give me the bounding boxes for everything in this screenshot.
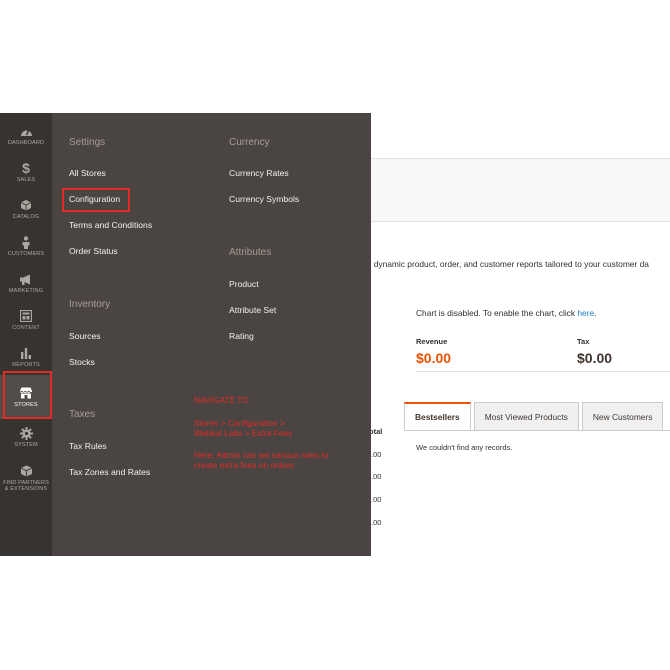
menu-link-product[interactable]: Product (229, 279, 259, 289)
sidebar-item-content[interactable]: Content (0, 302, 52, 339)
tab-new-customers[interactable]: New Customers (581, 402, 664, 431)
table-cell: .00 (371, 450, 382, 459)
table-cell: .00 (371, 495, 382, 504)
tax-value: $0.00 (577, 350, 613, 366)
tab-bestsellers[interactable]: Bestsellers (404, 402, 471, 431)
revenue-value: $0.00 (416, 350, 452, 366)
box-icon (19, 198, 33, 212)
menu-link-currency-rates[interactable]: Currency Rates (229, 168, 289, 178)
sidebar-item-label: Customers (7, 251, 45, 258)
person-icon (19, 235, 33, 249)
menu-link-stocks[interactable]: Stocks (69, 357, 95, 367)
sidebar-item-label: Catalog (12, 214, 40, 221)
annotation-heading: NAVIGATE TO (194, 395, 249, 405)
megaphone-icon (19, 272, 33, 286)
sidebar-item-catalog[interactable]: Catalog (0, 191, 52, 228)
sidebar-item-sales[interactable]: $ Sales (0, 154, 52, 191)
menu-link-sources[interactable]: Sources (69, 331, 101, 341)
gear-icon (19, 426, 33, 440)
dashboard-intro-text: ur dynamic product, order, and customer … (364, 259, 649, 269)
dashboard-icon (19, 124, 33, 138)
menu-link-terms-and-conditions[interactable]: Terms and Conditions (69, 220, 152, 230)
menu-link-tax-rules[interactable]: Tax Rules (69, 441, 107, 451)
sidebar-item-customers[interactable]: Customers (0, 228, 52, 265)
sidebar-item-label: Reports (12, 362, 40, 369)
stores-flyout-menu: Settings All Stores Configuration Terms … (52, 113, 371, 556)
table-header-total: otal (369, 427, 383, 436)
menu-link-rating[interactable]: Rating (229, 331, 254, 341)
dashboard-header-band (371, 158, 670, 222)
group-title-inventory: Inventory (69, 299, 111, 310)
group-title-taxes: Taxes (69, 409, 96, 420)
dashboard-tabs: Bestsellers Most Viewed Products New Cus… (404, 402, 666, 431)
extension-box-icon (19, 464, 33, 478)
sidebar-item-find-partners[interactable]: Find Partners & Extensions (0, 455, 52, 501)
sidebar-item-label: Marketing (8, 288, 44, 295)
sidebar-item-label: System (14, 442, 38, 449)
sidebar-item-label: Sales (16, 177, 36, 184)
sidebar-item-marketing[interactable]: Marketing (0, 265, 52, 302)
sidebar-item-label: Dashboard (7, 140, 45, 147)
menu-link-currency-symbols[interactable]: Currency Symbols (229, 194, 299, 204)
configuration-highlight-box (62, 188, 130, 212)
annotation-desc-line2: create extra fees on orders (194, 460, 295, 470)
no-records-message: We couldn't find any records. (416, 443, 513, 452)
chart-message-text: Chart is disabled. To enable the chart, … (416, 308, 578, 318)
sidebar-item-dashboard[interactable]: Dashboard (0, 117, 52, 154)
annotation-path-line2: Webkul Labs > Extra Fees (194, 428, 293, 438)
dollar-icon: $ (22, 160, 30, 177)
bar-chart-icon (19, 346, 33, 360)
table-cell: .00 (371, 472, 382, 481)
tax-stat: Tax $0.00 (577, 337, 612, 366)
group-title-currency: Currency (229, 137, 270, 148)
admin-sidebar: Dashboard $ Sales Catalog Customers Mark… (0, 113, 52, 556)
layout-icon (19, 309, 33, 323)
annotation-desc-line1: Here, Admin can set various rules to (194, 450, 329, 460)
tabs-baseline (404, 430, 670, 431)
enable-chart-link[interactable]: here (577, 308, 594, 318)
sidebar-item-label: Content (12, 325, 40, 332)
menu-link-attribute-set[interactable]: Attribute Set (229, 305, 276, 315)
menu-link-tax-zones-and-rates[interactable]: Tax Zones and Rates (69, 467, 150, 477)
table-cell: .00 (371, 518, 382, 527)
stats-divider (416, 371, 670, 372)
menu-link-order-status[interactable]: Order Status (69, 246, 118, 256)
tab-most-viewed-products[interactable]: Most Viewed Products (473, 402, 579, 431)
revenue-label: Revenue (416, 337, 448, 346)
tax-label: Tax (577, 337, 590, 346)
group-title-attributes: Attributes (229, 247, 272, 258)
revenue-stat: Revenue $0.00 (416, 337, 451, 366)
sidebar-item-system[interactable]: System (0, 419, 52, 456)
sidebar-item-label: Find Partners & Extensions (3, 479, 49, 493)
stores-highlight-box (3, 371, 52, 419)
menu-link-all-stores[interactable]: All Stores (69, 168, 106, 178)
group-title-settings: Settings (69, 137, 106, 148)
annotation-path-line1: Stores > Configuration > (194, 418, 285, 428)
chart-disabled-message: Chart is disabled. To enable the chart, … (416, 308, 596, 318)
chart-message-end: . (594, 308, 597, 318)
